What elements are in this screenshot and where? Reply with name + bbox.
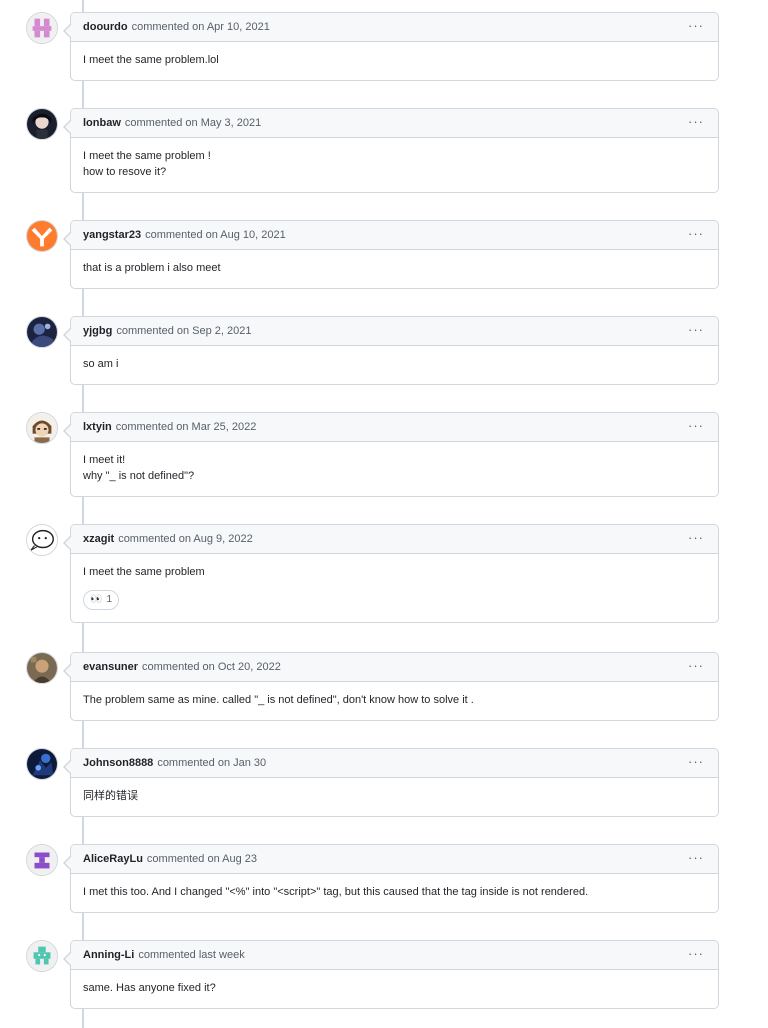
comment-text-line: same. Has anyone fixed it? xyxy=(83,982,216,994)
kebab-horizontal-icon[interactable]: ··· xyxy=(688,659,704,673)
comment-text-line: The problem same as mine. called "_ is n… xyxy=(83,694,474,706)
comment-timestamp[interactable]: commented on Oct 20, 2022 xyxy=(142,661,281,673)
comment-body: I met this too. And I changed "<%" into … xyxy=(71,874,718,912)
comment-body: so am i xyxy=(71,346,718,384)
comment-box: AliceRayLu commented on Aug 23 ··· I met th… xyxy=(63,844,719,913)
comment-box: xzagit commented on Aug 9, 2022 ··· I meet … xyxy=(63,524,719,623)
comment-box: evansuner commented on Oct 20, 2022 ··· The… xyxy=(63,652,719,721)
comment-text-line: so am i xyxy=(83,358,119,370)
comment-header: AliceRayLu commented on Aug 23 ··· xyxy=(71,845,718,874)
comment-text-line: I meet the same problem ! xyxy=(83,150,211,162)
comment-text-line: I meet the same problem xyxy=(83,566,205,578)
avatar[interactable] xyxy=(26,524,58,556)
avatar[interactable] xyxy=(26,652,58,684)
comment-author-link[interactable]: doourdo xyxy=(83,21,128,33)
comment-box: yangstar23 commented on Aug 10, 2021 ··· th… xyxy=(63,220,719,289)
comment-body: The problem same as mine. called "_ is n… xyxy=(71,682,718,720)
comment-header: Johnson8888 commented on Jan 30 ··· xyxy=(71,749,718,778)
comment-author-link[interactable]: yjgbg xyxy=(83,325,112,337)
comment-box: doourdo commented on Apr 10, 2021 ··· I mee… xyxy=(63,12,719,81)
comment-timestamp[interactable]: commented on Jan 30 xyxy=(157,757,266,769)
comment-timestamp[interactable]: commented on Aug 9, 2022 xyxy=(118,533,253,545)
comment-body: I meet the same problem 👀 1 xyxy=(71,554,718,622)
comment-header: evansuner commented on Oct 20, 2022 ··· xyxy=(71,653,718,682)
comment-text-line: I meet it! xyxy=(83,454,126,466)
avatar[interactable] xyxy=(26,844,58,876)
comment-timestamp[interactable]: commented on Mar 25, 2022 xyxy=(116,421,257,433)
avatar[interactable] xyxy=(26,412,58,444)
comment-text-line: I meet the same problem.lol xyxy=(83,54,219,66)
comment-header: yjgbg commented on Sep 2, 2021 ··· xyxy=(71,317,718,346)
comment-author-link[interactable]: lonbaw xyxy=(83,117,121,129)
comment-header: lonbaw commented on May 3, 2021 ··· xyxy=(71,109,718,138)
avatar[interactable] xyxy=(26,316,58,348)
comment-text-line: I met this too. And I changed "<%" into … xyxy=(83,886,589,898)
comment-author-link[interactable]: xzagit xyxy=(83,533,114,545)
kebab-horizontal-icon[interactable]: ··· xyxy=(688,755,704,769)
avatar[interactable] xyxy=(26,748,58,780)
comment-author-link[interactable]: Johnson8888 xyxy=(83,757,153,769)
kebab-horizontal-icon[interactable]: ··· xyxy=(688,419,704,433)
comment-text-line: that is a problem i also meet xyxy=(83,262,221,274)
comment-body: that is a problem i also meet xyxy=(71,250,718,288)
comment-header: yangstar23 commented on Aug 10, 2021 ··· xyxy=(71,221,718,250)
comment-body: I meet the same problem.lol xyxy=(71,42,718,80)
comment-header: Anning-Li commented last week ··· xyxy=(71,941,718,970)
comment-text-line: why "_ is not defined"? xyxy=(83,470,195,482)
comment-box: lonbaw commented on May 3, 2021 ··· I meet … xyxy=(63,108,719,193)
comment-box: Johnson8888 commented on Jan 30 ··· 同样的错误 xyxy=(63,748,719,817)
comment-text-line: how to resove it? xyxy=(83,166,167,178)
comment-timestamp[interactable]: commented on Apr 10, 2021 xyxy=(132,21,270,33)
comment-box: yjgbg commented on Sep 2, 2021 ··· so am i xyxy=(63,316,719,385)
kebab-horizontal-icon[interactable]: ··· xyxy=(688,227,704,241)
eyes-icon: 👀 xyxy=(90,594,103,605)
comment-body: I meet it! why "_ is not defined"? xyxy=(71,442,718,496)
avatar[interactable] xyxy=(26,220,58,252)
kebab-horizontal-icon[interactable]: ··· xyxy=(688,323,704,337)
comment-text-line: 同样的错误 xyxy=(83,790,138,802)
kebab-horizontal-icon[interactable]: ··· xyxy=(688,531,704,545)
comment-timestamp[interactable]: commented last week xyxy=(138,949,244,961)
avatar[interactable] xyxy=(26,940,58,972)
comment-header: lxtyin commented on Mar 25, 2022 ··· xyxy=(71,413,718,442)
comment-timestamp[interactable]: commented on Sep 2, 2021 xyxy=(116,325,251,337)
comment-header: xzagit commented on Aug 9, 2022 ··· xyxy=(71,525,718,554)
avatar[interactable] xyxy=(26,108,58,140)
comment-author-link[interactable]: lxtyin xyxy=(83,421,112,433)
kebab-horizontal-icon[interactable]: ··· xyxy=(688,851,704,865)
comment-author-link[interactable]: evansuner xyxy=(83,661,138,673)
comment-author-link[interactable]: AliceRayLu xyxy=(83,853,143,865)
comment-box: lxtyin commented on Mar 25, 2022 ··· I meet… xyxy=(63,412,719,497)
comment-body: 同样的错误 xyxy=(71,778,718,816)
reaction-button[interactable]: 👀 1 xyxy=(83,590,120,610)
kebab-horizontal-icon[interactable]: ··· xyxy=(688,19,704,33)
kebab-horizontal-icon[interactable]: ··· xyxy=(688,115,704,129)
comment-header: doourdo commented on Apr 10, 2021 ··· xyxy=(71,13,718,42)
comment-body: same. Has anyone fixed it? xyxy=(71,970,718,1008)
comment-box: Anning-Li commented last week ··· same. Has… xyxy=(63,940,719,1009)
comment-timestamp[interactable]: commented on Aug 10, 2021 xyxy=(145,229,286,241)
comment-author-link[interactable]: Anning-Li xyxy=(83,949,134,961)
comment-body: I meet the same problem ! how to resove i… xyxy=(71,138,718,192)
avatar[interactable] xyxy=(26,12,58,44)
kebab-horizontal-icon[interactable]: ··· xyxy=(688,947,704,961)
comment-timestamp[interactable]: commented on Aug 23 xyxy=(147,853,257,865)
reaction-count: 1 xyxy=(106,594,113,605)
comment-author-link[interactable]: yangstar23 xyxy=(83,229,141,241)
comment-timestamp[interactable]: commented on May 3, 2021 xyxy=(125,117,261,129)
